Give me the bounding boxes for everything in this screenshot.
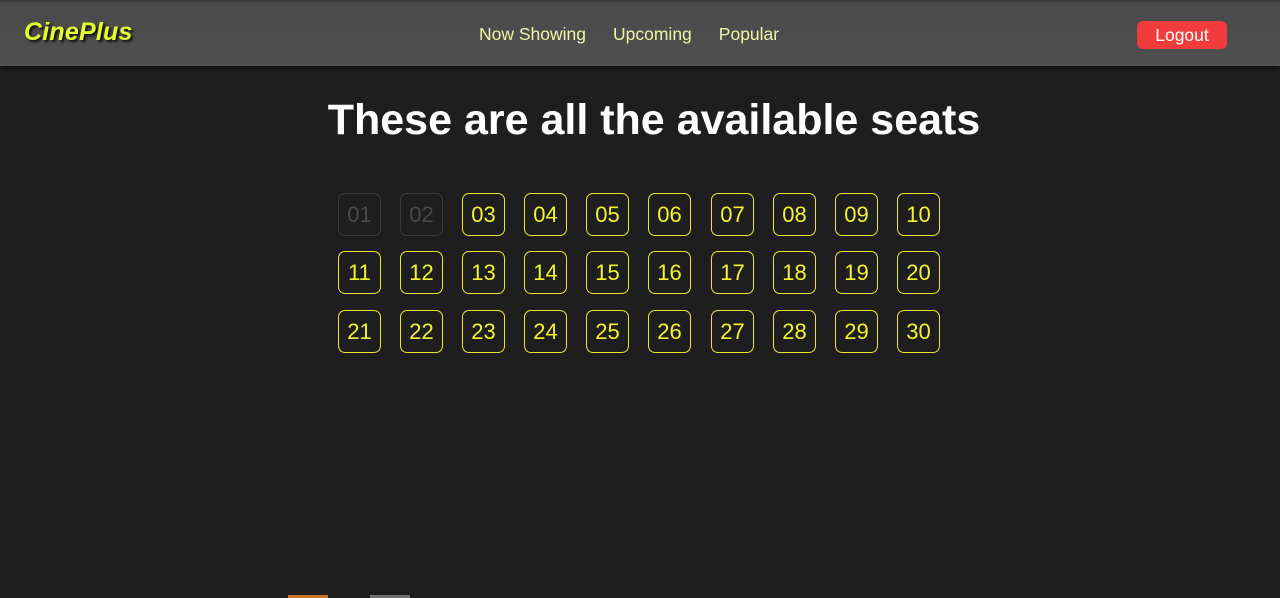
seat-27[interactable]: 27 — [711, 310, 754, 353]
seat-30[interactable]: 30 — [897, 310, 940, 353]
seat-11[interactable]: 11 — [338, 251, 381, 294]
seat-01: 01 — [338, 193, 381, 236]
brand-logo[interactable]: CinePlus — [24, 18, 133, 47]
seat-03[interactable]: 03 — [462, 193, 505, 236]
nav-link-now-showing[interactable]: Now Showing — [479, 24, 586, 45]
nav-link-popular[interactable]: Popular — [719, 24, 779, 45]
seat-05[interactable]: 05 — [586, 193, 629, 236]
seat-08[interactable]: 08 — [773, 193, 816, 236]
navbar: CinePlus Now Showing Upcoming Popular Lo… — [0, 0, 1280, 66]
logout-button[interactable]: Logout — [1137, 21, 1227, 49]
seat-21[interactable]: 21 — [338, 310, 381, 353]
seat-02: 02 — [400, 193, 443, 236]
seat-14[interactable]: 14 — [524, 251, 567, 294]
seat-25[interactable]: 25 — [586, 310, 629, 353]
seat-12[interactable]: 12 — [400, 251, 443, 294]
seat-17[interactable]: 17 — [711, 251, 754, 294]
seat-26[interactable]: 26 — [648, 310, 691, 353]
seat-22[interactable]: 22 — [400, 310, 443, 353]
seat-24[interactable]: 24 — [524, 310, 567, 353]
seat-28[interactable]: 28 — [773, 310, 816, 353]
nav-links: Now Showing Upcoming Popular — [479, 24, 779, 45]
seat-07[interactable]: 07 — [711, 193, 754, 236]
seat-09[interactable]: 09 — [835, 193, 878, 236]
page-title: These are all the available seats — [327, 96, 981, 144]
seat-10[interactable]: 10 — [897, 193, 940, 236]
seat-06[interactable]: 06 — [648, 193, 691, 236]
seat-20[interactable]: 20 — [897, 251, 940, 294]
seat-16[interactable]: 16 — [648, 251, 691, 294]
seat-23[interactable]: 23 — [462, 310, 505, 353]
seat-19[interactable]: 19 — [835, 251, 878, 294]
seat-15[interactable]: 15 — [586, 251, 629, 294]
seat-18[interactable]: 18 — [773, 251, 816, 294]
seat-13[interactable]: 13 — [462, 251, 505, 294]
nav-link-upcoming[interactable]: Upcoming — [613, 24, 692, 45]
seat-29[interactable]: 29 — [835, 310, 878, 353]
seat-04[interactable]: 04 — [524, 193, 567, 236]
